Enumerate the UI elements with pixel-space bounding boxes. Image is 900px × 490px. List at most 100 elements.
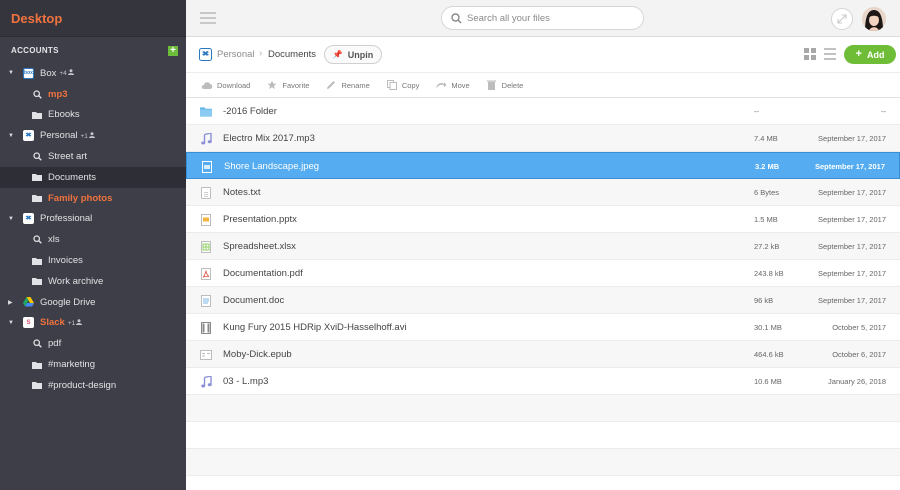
search-icon	[32, 235, 42, 245]
file-row[interactable]: Document.doc 96 kB September 17, 2017	[186, 287, 900, 314]
file-row[interactable]: Electro Mix 2017.mp3 7.4 MB September 17…	[186, 125, 900, 152]
sidebar-item-product-design[interactable]: #product-design	[0, 375, 186, 396]
user-icon	[67, 69, 74, 76]
sidebar-item-marketing[interactable]: #marketing	[0, 354, 186, 375]
cloud-download-icon	[201, 80, 213, 90]
file-name[interactable]: Document.doc	[223, 295, 284, 306]
file-row[interactable]: Shore Landscape.jpeg 3.2 MB September 17…	[186, 152, 900, 179]
download-label: Download	[217, 80, 251, 90]
caret-right-icon[interactable]: ▶	[8, 299, 16, 306]
delete-button[interactable]: Delete	[486, 80, 523, 90]
sidebar-item-label: Ebooks	[48, 109, 80, 121]
expand-button[interactable]	[831, 8, 853, 30]
file-row[interactable]: Kung Fury 2015 HDRip XviD-Hasselhoff.avi…	[186, 314, 900, 341]
search-box[interactable]	[441, 6, 644, 30]
file-row[interactable]: Presentation.pptx 1.5 MB September 17, 2…	[186, 206, 900, 233]
sidebar-item-street-art[interactable]: Street art	[0, 146, 186, 167]
caret-down-icon[interactable]: ▼	[8, 320, 16, 326]
sidebar-item-label: #marketing	[48, 359, 95, 371]
file-size: 7.4 MB	[754, 134, 778, 143]
caret-down-icon[interactable]: ▼	[8, 70, 16, 76]
caret-down-icon[interactable]: ▼	[8, 133, 16, 139]
account-label: Professional	[40, 213, 93, 225]
sidebar-item-xls[interactable]: xls	[0, 229, 186, 250]
file-row[interactable]: 03 - L.mp3 10.6 MB January 26, 2018	[186, 368, 900, 395]
file-size: 30.1 MB	[754, 323, 782, 332]
music-note-icon	[200, 375, 212, 387]
sidebar-item-label: pdf	[48, 338, 62, 350]
file-size: 1.5 MB	[754, 215, 778, 224]
sidebar-item-family-photos[interactable]: Family photos	[0, 188, 186, 209]
file-name[interactable]: Presentation.pptx	[223, 214, 297, 225]
account-share-badge: +1	[81, 132, 95, 140]
file-name[interactable]: 03 - L.mp3	[223, 376, 268, 387]
download-button[interactable]: Download	[201, 80, 250, 90]
folder-icon	[32, 194, 42, 203]
user-avatar[interactable]	[862, 7, 886, 31]
breadcrumb-current: Documents	[268, 49, 317, 60]
caret-down-icon[interactable]: ▼	[8, 216, 16, 222]
search-icon	[451, 12, 462, 24]
favorite-button[interactable]: Favorite	[266, 80, 309, 90]
text-file-icon	[201, 186, 211, 199]
account-professional[interactable]: ▼ Professional	[0, 209, 186, 230]
sidebar-item-invoices[interactable]: Invoices	[0, 250, 186, 271]
accounts-header: ACCOUNTS +	[0, 38, 186, 63]
account-box[interactable]: ▼ box Box +4	[0, 63, 186, 84]
list-view-icon[interactable]	[824, 48, 836, 60]
file-name[interactable]: Electro Mix 2017.mp3	[223, 133, 315, 144]
move-button[interactable]: Move	[435, 80, 470, 90]
dropbox-icon	[23, 130, 34, 142]
file-name[interactable]: Spreadsheet.xlsx	[223, 241, 296, 252]
folder-icon	[32, 173, 42, 182]
search-input[interactable]	[467, 12, 627, 24]
grid-view-icon[interactable]	[804, 48, 816, 60]
file-name[interactable]: -2016 Folder	[223, 106, 277, 117]
add-account-button[interactable]: +	[168, 45, 178, 56]
file-row[interactable]: Notes.txt 6 Bytes September 17, 2017	[186, 179, 900, 206]
file-size: 96 kB	[754, 296, 774, 305]
add-button[interactable]: + Add	[844, 45, 896, 64]
sidebar-item-ebooks[interactable]: Ebooks	[0, 105, 186, 126]
file-row[interactable]: -2016 Folder -- --	[186, 98, 900, 125]
accounts-tree: ▼ box Box +4 mp3 Ebooks ▼ Personal +1 St…	[0, 63, 186, 396]
empty-row	[186, 422, 900, 449]
sidebar-item-pdf[interactable]: pdf	[0, 333, 186, 354]
file-date: October 5, 2017	[832, 323, 886, 332]
file-name[interactable]: Moby-Dick.epub	[223, 349, 292, 360]
account-personal[interactable]: ▼ Personal +1	[0, 125, 186, 146]
move-label: Move	[451, 80, 470, 90]
accounts-label: ACCOUNTS	[11, 46, 59, 55]
sidebar-item-label: mp3	[48, 88, 68, 100]
file-name[interactable]: Notes.txt	[223, 187, 261, 198]
rename-button[interactable]: Rename	[325, 80, 370, 90]
sidebar-item-label: Documents	[48, 171, 97, 183]
file-name[interactable]: Kung Fury 2015 HDRip XviD-Hasselhoff.avi	[223, 322, 407, 333]
google-drive-icon	[23, 297, 34, 308]
file-row[interactable]: Moby-Dick.epub 464.6 kB October 6, 2017	[186, 341, 900, 368]
file-name[interactable]: Documentation.pdf	[223, 268, 303, 279]
menu-icon[interactable]	[200, 12, 216, 24]
search-icon	[32, 339, 42, 349]
file-row[interactable]: Spreadsheet.xlsx 27.2 kB September 17, 2…	[186, 233, 900, 260]
breadcrumb-bar: Personal › Documents 📌 Unpin + Add	[186, 37, 900, 73]
copy-button[interactable]: Copy	[386, 80, 419, 90]
unpin-button[interactable]: 📌 Unpin	[324, 45, 382, 64]
trash-icon	[486, 80, 498, 90]
file-size: 27.2 kB	[754, 242, 780, 251]
sidebar-item-mp3[interactable]: mp3	[0, 84, 186, 105]
sidebar-item-label: Work archive	[48, 275, 104, 287]
file-size: 464.6 kB	[754, 350, 784, 359]
folder-icon	[200, 107, 212, 117]
file-date: September 17, 2017	[818, 188, 886, 197]
file-name[interactable]: Shore Landscape.jpeg	[224, 161, 319, 172]
breadcrumb-root[interactable]: Personal	[217, 49, 255, 60]
favorite-label: Favorite	[282, 80, 310, 90]
pin-icon: 📌	[332, 50, 343, 59]
file-row[interactable]: Documentation.pdf 243.8 kB September 17,…	[186, 260, 900, 287]
account-google-drive[interactable]: ▶ Google Drive	[0, 292, 186, 313]
plus-icon: +	[855, 48, 862, 60]
sidebar-item-documents[interactable]: Documents	[0, 166, 186, 188]
account-slack[interactable]: ▼ S Slack +1	[0, 313, 186, 334]
sidebar-item-work-archive[interactable]: Work archive	[0, 271, 186, 292]
